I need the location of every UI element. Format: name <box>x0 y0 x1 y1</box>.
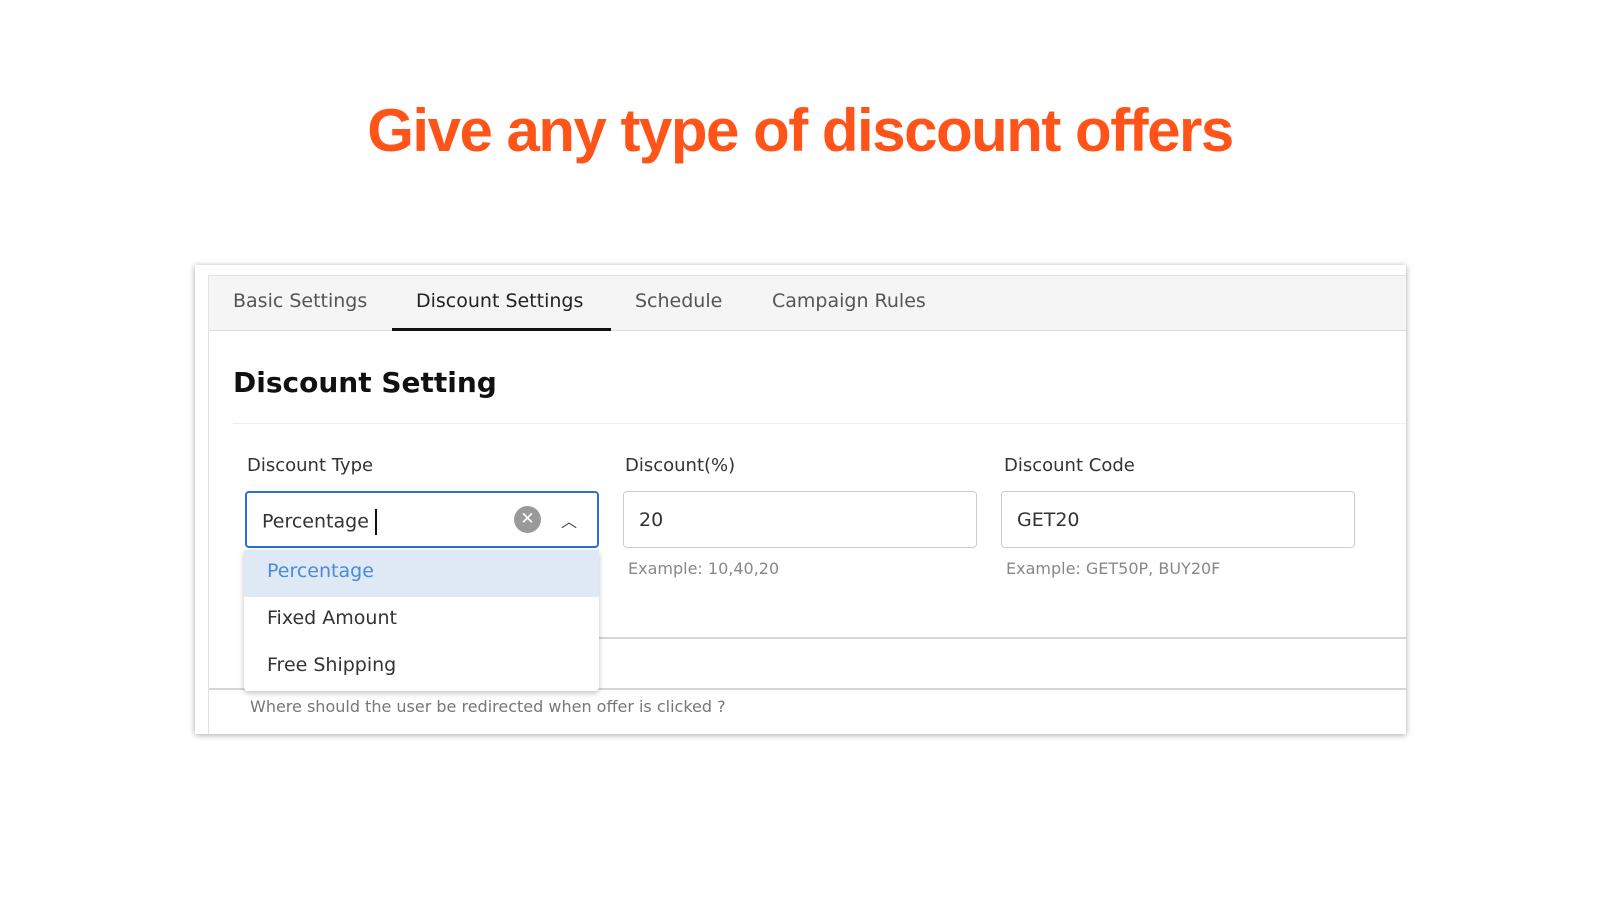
discount-settings-card: Basic Settings Discount Settings Schedul… <box>195 265 1406 734</box>
active-tab-indicator <box>392 328 611 331</box>
tab-campaign-rules[interactable]: Campaign Rules <box>772 290 926 312</box>
discount-type-select[interactable]: Percentage ✕ ︿ <box>245 491 599 548</box>
tab-basic-settings[interactable]: Basic Settings <box>233 290 367 312</box>
option-percentage[interactable]: Percentage <box>244 550 599 597</box>
option-free-shipping[interactable]: Free Shipping <box>244 644 599 691</box>
clear-circle-icon[interactable]: ✕ <box>514 506 541 533</box>
divider <box>233 423 1406 424</box>
discount-label: Discount(%) <box>625 455 736 476</box>
redirect-help: Where should the user be redirected when… <box>250 697 726 716</box>
tab-discount-settings[interactable]: Discount Settings <box>416 290 583 312</box>
headline: Give any type of discount offers <box>367 97 1234 164</box>
divider <box>599 637 1406 639</box>
discount-code-help: Example: GET50P, BUY20F <box>1006 559 1221 578</box>
discount-type-value: Percentage <box>262 510 369 533</box>
discount-type-dropdown: Percentage Fixed Amount Free Shipping <box>244 550 599 691</box>
section-title: Discount Setting <box>233 366 497 399</box>
text-cursor <box>374 509 377 535</box>
discount-input[interactable]: 20 <box>623 491 977 548</box>
chevron-up-icon[interactable]: ︿ <box>561 508 577 532</box>
discount-code-input[interactable]: GET20 <box>1001 491 1355 548</box>
tab-bar: Basic Settings Discount Settings Schedul… <box>209 276 1406 331</box>
discount-help: Example: 10,40,20 <box>628 559 780 578</box>
discount-type-label: Discount Type <box>247 455 374 476</box>
discount-code-label: Discount Code <box>1004 455 1135 476</box>
tab-schedule[interactable]: Schedule <box>635 290 722 312</box>
option-fixed-amount[interactable]: Fixed Amount <box>244 597 599 644</box>
